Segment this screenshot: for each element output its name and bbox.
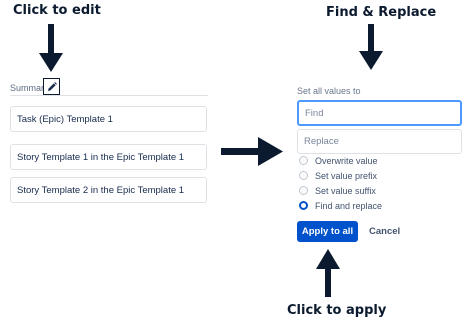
radio-option-find-replace[interactable]: Find and replace [299, 198, 382, 213]
radio-prefix[interactable] [299, 171, 308, 180]
arrow-down-to-edit-icon [39, 24, 63, 72]
find-input-placeholder: Find [305, 107, 324, 119]
edit-button[interactable] [43, 78, 60, 95]
radio-option-overwrite[interactable]: Overwrite value [299, 153, 382, 168]
summary-header-divider [10, 95, 208, 96]
click-to-edit-callout: Click to edit [13, 3, 101, 18]
radio-find-replace-label: Find and replace [315, 200, 383, 211]
summary-row-3-text: Story Template 2 in the Epic Template 1 [17, 184, 185, 196]
summary-row-1[interactable]: Task (Epic) Template 1 [10, 106, 207, 132]
replace-input[interactable]: Replace [297, 129, 462, 154]
pencil-icon [47, 81, 57, 91]
summary-row-2-text: Story Template 1 in the Epic Template 1 [17, 151, 185, 163]
radio-overwrite[interactable] [299, 156, 308, 165]
click-to-apply-callout: Click to apply [287, 303, 387, 318]
apply-to-all-button[interactable]: Apply to all [297, 221, 358, 242]
radio-suffix-label: Set value suffix [315, 185, 376, 196]
radio-prefix-label: Set value prefix [315, 170, 378, 181]
arrow-up-to-apply-icon [316, 249, 340, 297]
summary-row-1-text: Task (Epic) Template 1 [17, 113, 113, 125]
arrow-right-icon [221, 137, 283, 166]
replace-input-placeholder: Replace [304, 136, 339, 147]
radio-find-replace[interactable] [299, 201, 308, 210]
cancel-button[interactable]: Cancel [369, 226, 400, 237]
summary-row-3[interactable]: Story Template 2 in the Epic Template 1 [10, 177, 207, 203]
mode-radio-group: Overwrite value Set value prefix Set val… [299, 153, 382, 213]
radio-option-suffix[interactable]: Set value suffix [299, 183, 382, 198]
radio-overwrite-label: Overwrite value [315, 155, 378, 166]
find-replace-callout: Find & Replace [326, 5, 437, 20]
arrow-down-to-panel-icon [359, 24, 383, 70]
set-all-values-heading: Set all values to [297, 86, 361, 96]
radio-option-prefix[interactable]: Set value prefix [299, 168, 382, 183]
summary-row-2[interactable]: Story Template 1 in the Epic Template 1 [10, 144, 207, 170]
find-input[interactable]: Find [297, 100, 462, 126]
radio-suffix[interactable] [299, 186, 308, 195]
